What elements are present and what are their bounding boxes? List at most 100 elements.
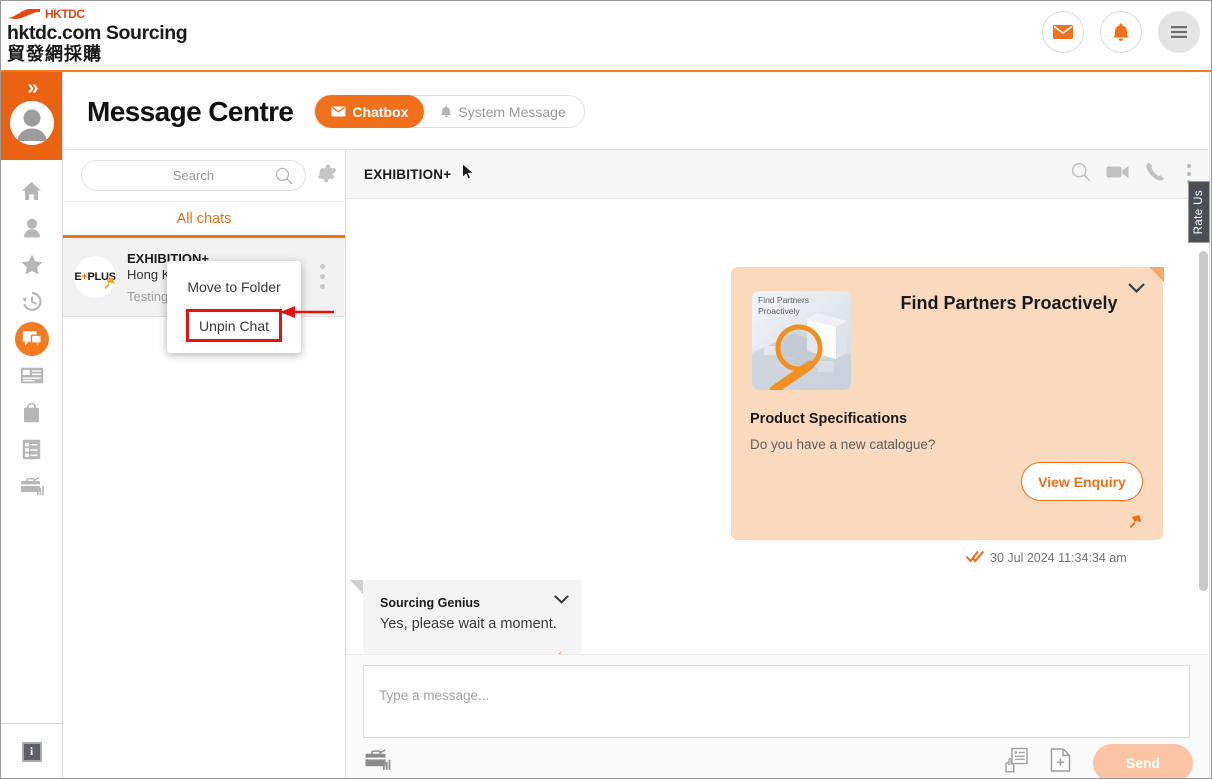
search-placeholder: Search xyxy=(172,168,215,183)
rate-us-label: Rate Us xyxy=(1193,189,1205,235)
bubble-tail xyxy=(1149,267,1164,282)
app-window: HKTDC hktdc.com Sourcing 貿發網採購 » i Messa… xyxy=(0,0,1212,779)
tab-system-message[interactable]: System Message xyxy=(424,95,583,128)
page-scrollbar[interactable] xyxy=(1208,72,1211,778)
message-area: Find Partners Proactively Find Partners … xyxy=(346,199,1211,654)
menu-item-move-to-folder[interactable]: Move to Folder xyxy=(167,271,301,303)
info-icon[interactable]: i xyxy=(21,741,42,762)
user-avatar-icon xyxy=(9,101,54,145)
sidebar-item-history[interactable] xyxy=(1,283,63,320)
rail-profile-section[interactable]: » xyxy=(1,72,62,160)
enquiry-card-message: Find Partners Proactively Find Partners … xyxy=(731,267,1164,540)
search-input[interactable]: Search xyxy=(81,160,306,191)
send-button[interactable]: Send xyxy=(1093,743,1193,778)
message-scrollbar-thumb[interactable] xyxy=(1199,251,1208,591)
expand-rail-icon[interactable]: » xyxy=(27,78,38,98)
message-input-placeholder: Type a message... xyxy=(379,688,490,703)
bubble-tail xyxy=(350,580,363,594)
tab-chatbox[interactable]: Chatbox xyxy=(315,95,425,128)
sidebar-item-account[interactable] xyxy=(1,209,63,246)
thumbnail-caption-line2: Proactively xyxy=(758,306,800,316)
search-icon[interactable] xyxy=(1071,162,1091,187)
person-icon xyxy=(23,218,40,237)
chat-list-search-row: Search xyxy=(63,150,345,202)
annotation-arrow-icon xyxy=(278,304,336,325)
star-icon xyxy=(21,254,42,275)
sidebar-item-namecard[interactable] xyxy=(1,357,63,394)
pin-icon xyxy=(101,275,118,297)
tab-all-chats-label: All chats xyxy=(176,210,232,227)
card-icon xyxy=(20,367,43,384)
brand-logo[interactable]: HKTDC hktdc.com Sourcing 貿發網採購 xyxy=(7,7,188,65)
history-icon xyxy=(21,292,41,311)
sidebar-item-messages[interactable] xyxy=(1,320,63,357)
mail-icon-button[interactable] xyxy=(1042,11,1084,53)
rail-items xyxy=(1,160,62,505)
cursor-pointer-icon xyxy=(461,162,475,185)
thumbnail-caption: Find Partners Proactively xyxy=(758,295,809,317)
enquiry-card-heading: Find Partners Proactively xyxy=(900,293,1118,313)
envelope-icon xyxy=(331,106,346,117)
sidebar-item-sourcing-list[interactable] xyxy=(1,431,63,468)
enquiry-card-body: Do you have a new catalogue? xyxy=(750,437,936,452)
brand-bar: HKTDC hktdc.com Sourcing 貿發網採購 xyxy=(1,1,1211,72)
hktdc-wordmark: HKTDC xyxy=(45,7,85,21)
hamburger-icon xyxy=(1171,26,1187,38)
hktdc-swoosh-icon xyxy=(7,8,41,20)
menu-item-unpin-chat[interactable]: Unpin Chat xyxy=(186,309,282,342)
avatar[interactable] xyxy=(9,101,54,145)
list-icon xyxy=(22,439,41,460)
message-timestamp-row: 30 Jul 2024 11:34:34 am xyxy=(965,550,1127,566)
mail-icon xyxy=(1053,25,1073,39)
enquiry-thumbnail: Find Partners Proactively xyxy=(752,291,851,390)
search-icon[interactable] xyxy=(275,167,293,190)
enquiry-card-subheading: Product Specifications xyxy=(750,411,908,427)
reply-sender-name: Sourcing Genius xyxy=(380,596,481,610)
message-input[interactable]: Type a message... xyxy=(363,665,1190,738)
home-icon xyxy=(22,181,41,200)
hamburger-menu-button[interactable] xyxy=(1158,11,1200,53)
rail-info-section[interactable]: i xyxy=(1,723,62,778)
avatar: E+PLUS xyxy=(73,255,117,299)
bell-icon-button[interactable] xyxy=(1100,11,1142,53)
message-timestamp: 30 Jul 2024 11:34:34 am xyxy=(990,551,1127,565)
gear-icon[interactable] xyxy=(316,163,337,189)
reply-message-bubble: Sourcing Genius Yes, please wait a momen… xyxy=(350,580,582,654)
chat-list-column: Search All chats E+PLUS EXHIBITION+ Hong… xyxy=(63,150,346,778)
briefcase-chart-icon xyxy=(20,477,44,496)
hktdc-logo-mark: HKTDC xyxy=(7,7,187,21)
brand-title-en: hktdc.com Sourcing xyxy=(7,22,188,44)
video-camera-icon[interactable] xyxy=(1106,164,1130,185)
composer-right-tools: Send xyxy=(1004,743,1193,778)
chat-icon xyxy=(22,330,42,348)
bag-icon xyxy=(24,402,39,422)
sidebar-item-favourites[interactable] xyxy=(1,246,63,283)
conversation-panel: EXHIBITION+ Find Partners Proactively Fi… xyxy=(346,150,1211,778)
sidebar-item-home[interactable] xyxy=(1,172,63,209)
rate-us-tab[interactable]: Rate Us xyxy=(1188,181,1210,243)
sidebar-item-business[interactable] xyxy=(1,468,63,505)
brand-actions xyxy=(1042,11,1200,53)
phone-icon[interactable] xyxy=(1145,161,1166,187)
left-rail: » i xyxy=(1,72,63,778)
sidebar-item-bag[interactable] xyxy=(1,394,63,431)
reply-message-text: Yes, please wait a moment. xyxy=(380,616,557,632)
quotation-icon[interactable] xyxy=(1004,747,1030,778)
pin-icon[interactable] xyxy=(1126,512,1145,536)
conversation-title: EXHIBITION+ xyxy=(364,166,452,182)
tab-all-chats[interactable]: All chats xyxy=(63,202,345,238)
bell-icon xyxy=(441,105,452,118)
view-enquiry-button[interactable]: View Enquiry xyxy=(1021,462,1143,501)
tab-chatbox-label: Chatbox xyxy=(352,103,409,120)
message-composer: Type a message... Send xyxy=(346,654,1211,778)
composer-toolbar: Send xyxy=(346,743,1211,778)
reply-indicator-icon xyxy=(553,646,567,654)
page-header: Message Centre Chatbox System Message xyxy=(63,74,1211,150)
briefcase-chart-icon[interactable] xyxy=(364,749,391,776)
conversation-header: EXHIBITION+ xyxy=(346,150,1211,199)
bell-icon xyxy=(1113,23,1129,41)
chevron-down-icon[interactable] xyxy=(554,592,569,610)
attach-file-icon[interactable] xyxy=(1050,747,1073,778)
list-item-more-button[interactable] xyxy=(320,264,325,289)
message-type-tabs: Chatbox System Message xyxy=(314,95,585,128)
